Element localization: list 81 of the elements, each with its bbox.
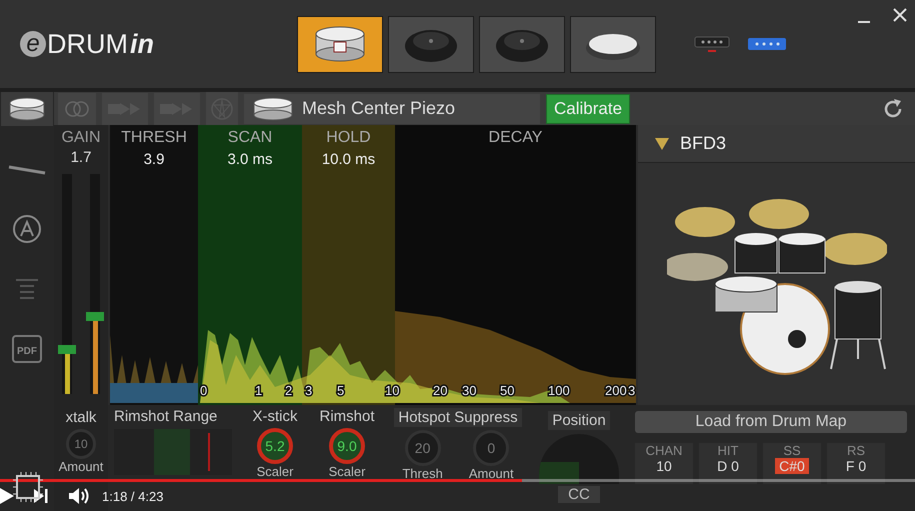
snare-drum-icon [252, 96, 294, 120]
close-icon[interactable] [893, 8, 907, 22]
axis-tick-label: 1 [255, 383, 262, 398]
pad-select-button[interactable] [297, 16, 383, 72]
snare-drum-icon [8, 96, 46, 122]
lines-icon [14, 277, 40, 301]
midi-value: D 0 [716, 458, 740, 474]
axis-tick-label: 3 [628, 383, 636, 398]
connector-icon [694, 35, 730, 53]
calibrate-button[interactable]: Calibrate [546, 94, 630, 124]
next-icon[interactable] [34, 488, 48, 504]
midi-value: C#0 [775, 458, 809, 474]
circled-a-icon [12, 214, 42, 244]
cc-button[interactable]: CC [558, 486, 600, 503]
drumstick-icon [7, 163, 47, 175]
knob[interactable]: 9.0 [329, 428, 365, 464]
logo-text: DRUM [47, 28, 128, 60]
load-drum-map-button[interactable]: Load from Drum Map [635, 411, 907, 433]
section-label: DECAY [488, 129, 542, 147]
logo-letter: e [20, 31, 46, 57]
axis-tick-label: 3 [305, 383, 312, 398]
knob-caption: Scaler [328, 465, 366, 479]
midi-value: 10 [655, 458, 673, 474]
position-label: Position [548, 411, 610, 430]
knob[interactable]: 20 [404, 430, 441, 466]
knob-caption: Amount [468, 467, 514, 481]
axis-tick-label: 5 [337, 383, 344, 398]
volume-icon[interactable] [68, 487, 90, 505]
rimshot-range-slider[interactable] [114, 429, 232, 475]
pad-name: Mesh Center Piezo [302, 98, 456, 119]
logo-suffix: in [130, 28, 154, 60]
fader-handle[interactable] [86, 312, 104, 322]
section-label: SCAN [228, 129, 272, 147]
axis-tick-label: 2 [285, 383, 292, 398]
gain-label: GAIN [61, 129, 101, 147]
knob[interactable]: 5.2 [257, 428, 293, 464]
section-value: 10.0 ms [322, 151, 376, 168]
play-icon[interactable] [0, 488, 14, 504]
range-marker[interactable] [208, 433, 210, 471]
kit-name: BFD3 [680, 133, 726, 154]
knob-caption: Thresh [402, 467, 443, 481]
side-tab[interactable] [1, 92, 53, 126]
midi-label: SS [783, 443, 801, 458]
rimshot-range-label: Rimshot Range [114, 408, 218, 425]
axis-tick-label: 30 [462, 383, 476, 398]
section-value: 3.9 [144, 151, 164, 168]
xtalk-label: xtalk [66, 409, 96, 426]
axis-tick-label: 200 [605, 383, 627, 398]
pad-name-field[interactable]: Mesh Center Piezo [244, 94, 540, 124]
knob-title: X-stick [252, 408, 298, 425]
axis-tick-label: 100 [548, 383, 570, 398]
triangle-down-icon [654, 136, 670, 150]
midi-cell[interactable]: CHAN 10 [635, 443, 693, 484]
axis-tick-label: 20 [433, 383, 448, 398]
pdf-icon: PDF [12, 335, 42, 363]
midi-label: RS [846, 443, 866, 458]
midi-label: HIT [718, 443, 738, 458]
axis-tick-label: 10 [385, 383, 400, 398]
midi-cell[interactable]: RS F 0 [827, 443, 885, 484]
chip-icon [12, 471, 44, 503]
connector-icon [747, 37, 787, 51]
xtalk-knob[interactable]: 10 [66, 429, 96, 459]
midi-value: F 0 [844, 458, 868, 474]
pad-select-button[interactable] [570, 16, 656, 72]
knob[interactable]: 0 [473, 430, 510, 466]
midi-label: CHAN [646, 443, 682, 458]
midi-cell[interactable]: SS C#0 [763, 443, 821, 484]
section-value: 3.0 ms [227, 151, 272, 168]
video-time: 1:18 / 4:23 [102, 488, 164, 504]
knob-caption: Scaler [256, 465, 294, 479]
knob-caption: Amount [58, 460, 104, 474]
side-tab[interactable]: PDF [1, 332, 53, 366]
axis-tick-label: 50 [500, 383, 514, 398]
midi-cell[interactable]: HIT D 0 [699, 443, 757, 484]
fader-handle[interactable] [58, 345, 76, 354]
section-label: HOLD [326, 129, 371, 147]
gain-value: 1.7 [70, 149, 92, 166]
knob-title: Rimshot [319, 408, 374, 425]
section-label: THRESH [121, 129, 187, 147]
hotspot-suppress-label: Hotspot Suppress [394, 408, 522, 427]
kit-selector[interactable]: BFD3 [638, 125, 915, 163]
